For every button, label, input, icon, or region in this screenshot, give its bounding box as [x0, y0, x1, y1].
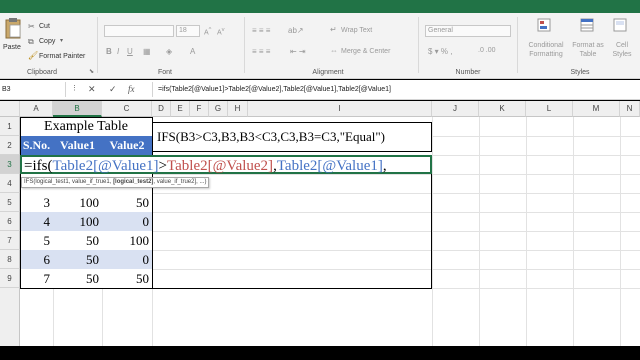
editing-prefix: =ifs(	[24, 158, 53, 174]
tooltip-current-arg: [logical_test2]	[113, 179, 154, 185]
increase-font-icon[interactable]: A^	[204, 27, 211, 36]
column-header-n[interactable]: N	[620, 101, 640, 117]
clipboard-group-label: Clipboard	[27, 69, 57, 76]
chevron-down-icon[interactable]: ▾	[60, 37, 63, 44]
name-box[interactable]: B3	[0, 82, 66, 97]
bold-button[interactable]: B	[106, 47, 112, 56]
ribbon: Paste ✂ Cut ⧉ Copy ▾ 🖌 Format Painter Cl…	[0, 13, 640, 79]
cut-icon: ✂	[28, 22, 35, 31]
align-top-icon[interactable]: ≡ ≡ ≡	[252, 26, 270, 35]
format-painter-button[interactable]: Format Painter	[39, 53, 85, 60]
row-header-4[interactable]: 4	[0, 174, 20, 193]
tooltip-fn: IFS(logical_test1, value_if_true1,	[24, 179, 114, 185]
underline-button[interactable]: U	[127, 47, 133, 56]
number-group-label: Number	[455, 69, 481, 76]
number-format-value: General	[428, 27, 453, 34]
row-header-3[interactable]: 3	[0, 155, 20, 174]
format-painter-icon: 🖌	[28, 51, 39, 60]
cell-styles-button[interactable]: Cell Styles	[608, 41, 636, 59]
font-size-dropdown[interactable]: 18	[176, 25, 200, 37]
editing-operator: >	[158, 158, 167, 174]
format-as-table-icon[interactable]	[580, 18, 594, 32]
row-header-7[interactable]: 7	[0, 231, 20, 250]
column-header-l[interactable]: L	[526, 101, 573, 117]
editing-sep2: ,	[382, 158, 387, 174]
column-header-m[interactable]: M	[573, 101, 620, 117]
decimal-icon[interactable]: .0 .00	[478, 47, 496, 54]
paste-icon[interactable]	[4, 17, 22, 39]
spreadsheet-grid: A B C D E F G H I J K L M N 1 2 3 4 5 6 …	[0, 101, 640, 346]
insert-function-icon[interactable]: fx	[128, 81, 135, 97]
editing-ref-value1: Table2[@Value1]	[52, 158, 159, 174]
editing-cell[interactable]: =ifs(Table2[@Value1]>Table2[@Value2],Tab…	[20, 155, 432, 174]
separator	[418, 17, 419, 73]
more-options-icon: ⋮	[71, 85, 78, 92]
merge-center-icon: ⇔	[330, 46, 338, 55]
format-as-table-button[interactable]: Format as Table	[570, 41, 606, 59]
number-format-dropdown[interactable]: General	[425, 25, 511, 37]
font-color-icon[interactable]: A	[190, 47, 195, 56]
column-header-d[interactable]: D	[152, 101, 171, 117]
copy-icon: ⧉	[28, 37, 34, 46]
function-tooltip[interactable]: IFS(logical_test1, value_if_true1, [logi…	[21, 177, 210, 188]
column-header-i[interactable]: I	[248, 101, 432, 117]
decrease-font-icon[interactable]: Av	[217, 27, 225, 36]
column-header-c[interactable]: C	[102, 101, 152, 117]
currency-icon[interactable]: $ ▾ % ,	[428, 47, 452, 56]
merge-center-button[interactable]: Merge & Center	[341, 48, 390, 55]
column-header-e[interactable]: E	[171, 101, 190, 117]
title-bar	[0, 0, 640, 13]
font-name-dropdown[interactable]	[104, 25, 174, 37]
font-group-label: Font	[157, 69, 172, 76]
alignment-group-label: Alignment	[312, 69, 344, 76]
indent-icon[interactable]: ⇤ ⇥	[290, 47, 306, 56]
formula-bar: B3 ⋮ ✕ ✓ fx =ifs(Table2[@Value1]>Table2[…	[0, 80, 640, 100]
formula-input[interactable]: =ifs(Table2[@Value1]>Table2[@Value2],Tab…	[158, 82, 391, 97]
wrap-text-button[interactable]: Wrap Text	[341, 27, 372, 34]
italic-button[interactable]: I	[117, 47, 119, 56]
status-area	[0, 346, 640, 360]
paste-button[interactable]: Paste	[3, 44, 21, 51]
column-header-a[interactable]: A	[20, 101, 53, 117]
tooltip-rest: , value_if_true2], ...)	[153, 179, 207, 185]
select-all-corner[interactable]	[0, 101, 20, 117]
column-header-k[interactable]: K	[479, 101, 526, 117]
row-header-1[interactable]: 1	[0, 117, 20, 136]
fill-color-icon[interactable]: ◈	[166, 47, 172, 56]
conditional-formatting-button[interactable]: Conditional Formatting	[524, 41, 568, 59]
align-left-icon[interactable]: ≡ ≡ ≡	[252, 47, 270, 56]
column-header-h[interactable]: H	[228, 101, 248, 117]
divider	[152, 82, 153, 97]
row-header-5[interactable]: 5	[0, 193, 20, 212]
editing-ref-value1-b: Table2[@Value1]	[276, 158, 383, 174]
cut-button[interactable]: Cut	[39, 23, 50, 30]
orientation-icon[interactable]: ab↗	[288, 26, 304, 35]
conditional-formatting-icon[interactable]	[537, 18, 551, 32]
editing-ref-value2: Table2[@Value2]	[167, 158, 274, 174]
column-header-b[interactable]: B	[53, 101, 102, 117]
styles-group-label: Styles	[570, 69, 590, 76]
borders-icon[interactable]: ▦	[143, 47, 151, 56]
wrap-text-icon: ↵	[330, 25, 337, 34]
separator	[244, 17, 245, 73]
column-header-j[interactable]: J	[432, 101, 479, 117]
row-header-2[interactable]: 2	[0, 136, 20, 155]
row-header-8[interactable]: 8	[0, 250, 20, 269]
copy-button[interactable]: Copy	[39, 38, 55, 45]
cell-styles-icon[interactable]	[613, 18, 627, 32]
table-border	[20, 117, 153, 289]
separator	[97, 17, 98, 73]
dialog-launcher-icon[interactable]: ⬊	[89, 68, 94, 75]
column-header-f[interactable]: F	[190, 101, 209, 117]
font-size-value: 18	[179, 27, 187, 34]
column-header-g[interactable]: G	[209, 101, 228, 117]
ifs-example-text[interactable]: IFS(B3>C3,B3,B3<C3,C3,B3=C3,"Equal")	[152, 122, 432, 152]
row-header-6[interactable]: 6	[0, 212, 20, 231]
cancel-icon[interactable]: ✕	[88, 81, 96, 97]
row-header-9[interactable]: 9	[0, 269, 20, 288]
enter-icon[interactable]: ✓	[109, 81, 117, 97]
row-header-10[interactable]	[0, 288, 20, 346]
separator	[517, 17, 518, 73]
